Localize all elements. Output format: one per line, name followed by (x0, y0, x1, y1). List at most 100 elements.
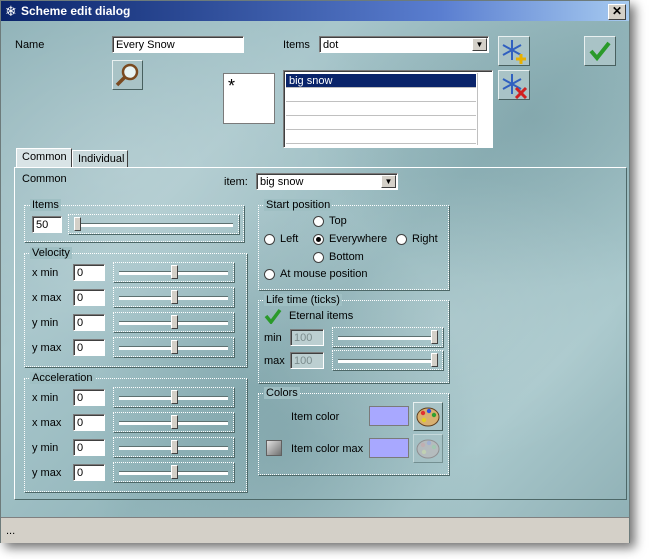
slider-thumb[interactable] (431, 353, 438, 367)
velocity-row-input[interactable]: 0 (73, 339, 105, 356)
item-select-combo[interactable]: big snow ▼ (256, 173, 398, 190)
list-empty-row (286, 102, 476, 116)
acceleration-row-slider[interactable] (113, 412, 234, 432)
check-icon (589, 41, 611, 62)
life-max-input[interactable]: 100 (290, 352, 324, 369)
slider-thumb[interactable] (74, 217, 81, 231)
colors-group: Colors Item color Item color max (258, 387, 449, 475)
start-position-group: Start position Top Left Everywhere Right… (258, 199, 449, 290)
items-count-slider[interactable] (68, 214, 239, 234)
velocity-group: Velocity x min 0 x max 0 y min 0 y max 0 (24, 247, 247, 367)
slider-thumb[interactable] (170, 440, 178, 454)
radio-bottom-label: Bottom (329, 251, 364, 263)
acceleration-row-input[interactable]: 0 (73, 389, 105, 406)
chevron-down-icon[interactable]: ▼ (472, 38, 487, 51)
life-time-group-title: Life time (ticks) (264, 294, 342, 306)
list-empty-row (286, 130, 476, 144)
item-select-value: big snow (260, 176, 304, 188)
velocity-row-label: y max (32, 342, 62, 354)
item-color-max-label: Item color max (291, 443, 364, 455)
velocity-row-label: y min (32, 317, 59, 329)
velocity-row-input[interactable]: 0 (73, 289, 105, 306)
chevron-down-icon[interactable]: ▼ (381, 175, 396, 188)
acceleration-row-input[interactable]: 0 (73, 439, 105, 456)
slider-thumb[interactable] (170, 390, 178, 404)
items-list[interactable]: big snow (283, 70, 493, 148)
acceleration-row-slider[interactable] (113, 387, 234, 407)
radio-mouse[interactable] (264, 269, 275, 280)
velocity-row-slider[interactable] (113, 287, 234, 307)
name-label: Name (15, 39, 45, 51)
window-title: Scheme edit dialog (21, 4, 131, 18)
velocity-row-label: x min (32, 267, 59, 279)
list-item[interactable]: big snow (286, 74, 476, 88)
acceleration-group: Acceleration x min 0 x max 0 y min 0 y max 0 (24, 372, 247, 492)
radio-everywhere[interactable] (313, 234, 324, 245)
item-preview: * (223, 73, 275, 124)
velocity-row-slider[interactable] (113, 262, 234, 282)
life-min-label: min (264, 332, 282, 344)
eternal-label: Eternal items (289, 310, 354, 322)
title-bar[interactable]: ❄ Scheme edit dialog ✕ (1, 1, 629, 21)
tab-individual[interactable]: Individual (72, 150, 128, 168)
acceleration-row-slider[interactable] (113, 462, 234, 482)
close-button[interactable]: ✕ (608, 4, 626, 20)
tab-common[interactable]: Common (16, 148, 72, 168)
acceleration-row-slider[interactable] (113, 437, 234, 457)
common-tab-panel: Common item: big snow ▼ Items 50 Velocit… (14, 167, 627, 500)
scheme-edit-dialog: ❄ Scheme edit dialog ✕ Name Every Snow I… (0, 0, 630, 543)
slider-thumb[interactable] (170, 315, 178, 329)
velocity-row-input[interactable]: 0 (73, 314, 105, 331)
items-label: Items (283, 39, 310, 51)
acceleration-row-label: y max (32, 467, 62, 479)
slider-thumb[interactable] (170, 290, 178, 304)
name-input[interactable]: Every Snow (112, 36, 244, 53)
delete-item-button[interactable] (498, 70, 530, 100)
items-combo[interactable]: dot ▼ (319, 36, 489, 53)
life-min-input[interactable]: 100 (290, 329, 324, 346)
add-snowflake-icon (502, 40, 526, 64)
velocity-row-slider[interactable] (113, 312, 234, 332)
items-count-group-title: Items (30, 199, 61, 211)
magnifier-icon (115, 63, 139, 87)
slider-thumb[interactable] (431, 330, 438, 344)
item-color-picker-button[interactable] (413, 402, 443, 431)
items-count-group: Items 50 (24, 199, 244, 242)
slider-thumb[interactable] (170, 265, 178, 279)
preview-glyph: * (228, 76, 236, 96)
radio-left[interactable] (264, 234, 275, 245)
status-bar: ... (1, 517, 629, 543)
radio-top[interactable] (313, 216, 324, 227)
items-combo-value: dot (323, 39, 339, 51)
items-count-input[interactable]: 50 (32, 216, 62, 233)
velocity-row-slider[interactable] (113, 337, 234, 357)
slider-track (338, 359, 437, 363)
item-color-swatch (369, 406, 409, 426)
acceleration-row-input[interactable]: 0 (73, 464, 105, 481)
radio-mouse-label: At mouse position (280, 268, 368, 280)
palette-icon (416, 407, 440, 427)
add-item-button[interactable] (498, 36, 530, 66)
colors-group-title: Colors (264, 387, 300, 399)
eternal-check-icon[interactable] (264, 308, 282, 324)
slider-track (74, 223, 233, 227)
radio-bottom[interactable] (313, 252, 324, 263)
velocity-group-title: Velocity (30, 247, 72, 259)
acceleration-row-input[interactable]: 0 (73, 414, 105, 431)
slider-thumb[interactable] (170, 340, 178, 354)
radio-right[interactable] (396, 234, 407, 245)
ok-button[interactable] (584, 36, 616, 66)
item-color-max-picker-button[interactable] (413, 434, 443, 463)
dialog-client-area: Name Every Snow Items dot ▼ * big snow C… (1, 21, 629, 517)
velocity-row-input[interactable]: 0 (73, 264, 105, 281)
search-button[interactable] (112, 60, 143, 90)
acceleration-row-label: y min (32, 442, 59, 454)
slider-thumb[interactable] (170, 415, 178, 429)
life-time-group: Life time (ticks) Eternal items min 100 … (258, 294, 449, 383)
slider-thumb[interactable] (170, 465, 178, 479)
life-max-slider[interactable] (332, 350, 443, 370)
radio-right-label: Right (412, 233, 438, 245)
life-min-slider[interactable] (332, 327, 443, 347)
acceleration-row-label: x max (32, 417, 62, 429)
item-color-max-toggle[interactable] (266, 440, 282, 456)
